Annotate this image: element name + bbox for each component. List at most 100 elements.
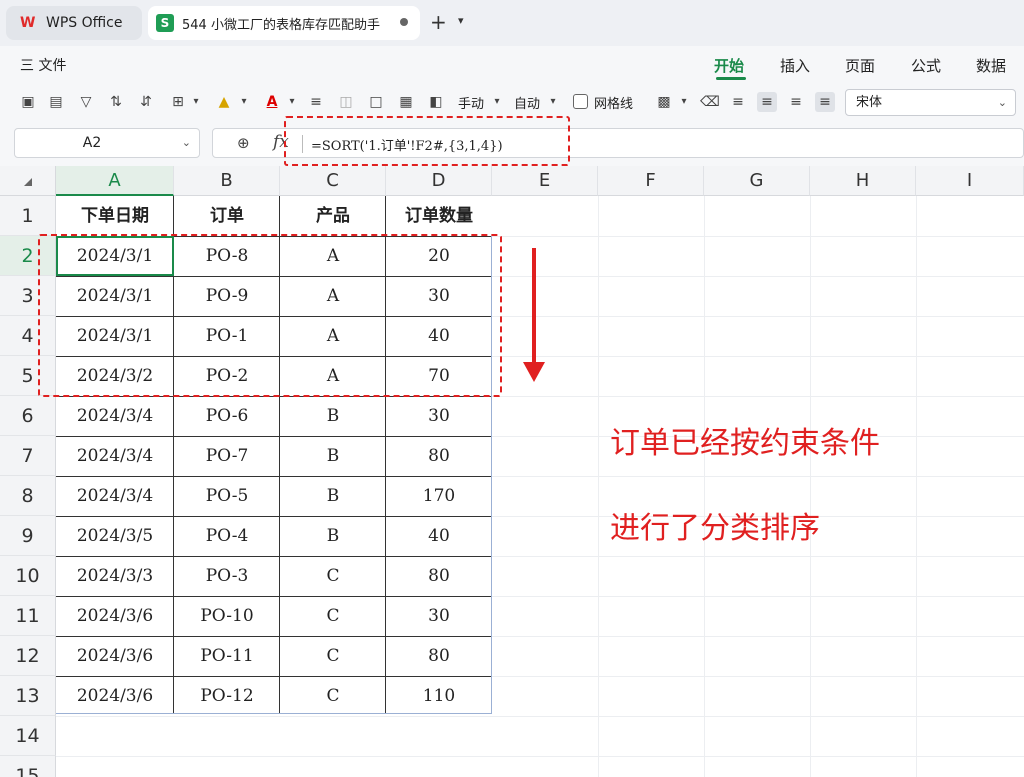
- column-header-i[interactable]: I: [916, 166, 1024, 196]
- fill-color-icon[interactable]: ▲: [214, 92, 234, 112]
- cell-format-icon[interactable]: □: [366, 92, 386, 112]
- tab-data[interactable]: 数据: [976, 55, 1006, 76]
- align-right-icon[interactable]: ≡: [786, 92, 806, 112]
- table-cell[interactable]: 2024/3/6: [56, 676, 174, 716]
- table-cell[interactable]: PO-5: [174, 476, 280, 516]
- table-cell[interactable]: 30: [386, 596, 492, 636]
- table-cell[interactable]: B: [280, 516, 386, 556]
- auto-dropdown-icon[interactable]: ▾: [543, 92, 563, 112]
- table-header-cell[interactable]: 订单: [174, 196, 280, 236]
- table-cell[interactable]: C: [280, 596, 386, 636]
- align-left-icon[interactable]: ≡: [728, 92, 748, 112]
- wps-office-tab[interactable]: W WPS Office: [6, 6, 142, 40]
- table-cell[interactable]: 2024/3/6: [56, 636, 174, 676]
- row-header-13[interactable]: 13: [0, 676, 56, 716]
- tab-page[interactable]: 页面: [845, 55, 875, 76]
- table-cell[interactable]: PO-4: [174, 516, 280, 556]
- column-header-b[interactable]: B: [174, 166, 280, 196]
- auto-calc-button[interactable]: 自动: [514, 93, 540, 112]
- select-all-corner[interactable]: [0, 166, 56, 196]
- row-header-6[interactable]: 6: [0, 396, 56, 436]
- table-cell[interactable]: 110: [386, 676, 492, 716]
- table-cell[interactable]: 2024/3/6: [56, 596, 174, 636]
- table-cell[interactable]: PO-11: [174, 636, 280, 676]
- name-box[interactable]: A2 ⌄: [14, 128, 200, 158]
- table-cell[interactable]: 80: [386, 556, 492, 596]
- font-color-dropdown-icon[interactable]: ▾: [282, 92, 302, 112]
- table-style-dropdown-icon[interactable]: ▾: [674, 92, 694, 112]
- row-header-15[interactable]: 15: [0, 756, 56, 777]
- table-cell[interactable]: 2024/3/4: [56, 396, 174, 436]
- chevron-down-icon[interactable]: ▾: [458, 14, 464, 27]
- document-tab[interactable]: S 544 小微工厂的表格库存匹配助手: [148, 6, 420, 40]
- table-cell[interactable]: 2024/3/3: [56, 556, 174, 596]
- table-style-icon[interactable]: ▩: [654, 92, 674, 112]
- row-header-7[interactable]: 7: [0, 436, 56, 476]
- table-cell[interactable]: 80: [386, 436, 492, 476]
- table-cell[interactable]: C: [280, 556, 386, 596]
- paste-values-icon[interactable]: ▣: [18, 92, 38, 112]
- column-header-f[interactable]: F: [598, 166, 704, 196]
- table-cell[interactable]: C: [280, 676, 386, 716]
- column-header-c[interactable]: C: [280, 166, 386, 196]
- table-cell[interactable]: 30: [386, 396, 492, 436]
- sort-custom-icon[interactable]: ⇵: [136, 92, 156, 112]
- align-justify-icon[interactable]: ≡: [815, 92, 835, 112]
- fill-color-dropdown-icon[interactable]: ▾: [234, 92, 254, 112]
- table-cell[interactable]: C: [280, 636, 386, 676]
- column-header-e[interactable]: E: [492, 166, 598, 196]
- table-cell[interactable]: PO-6: [174, 396, 280, 436]
- row-header-14[interactable]: 14: [0, 716, 56, 756]
- tab-home[interactable]: 开始: [714, 55, 744, 76]
- align-center-icon[interactable]: ≡: [757, 92, 777, 112]
- table-cell[interactable]: 170: [386, 476, 492, 516]
- text-wrap-icon[interactable]: ≡: [306, 92, 326, 112]
- tab-formula[interactable]: 公式: [911, 55, 941, 76]
- table-cell[interactable]: PO-12: [174, 676, 280, 716]
- manual-calc-button[interactable]: 手动: [458, 93, 484, 112]
- row-header-11[interactable]: 11: [0, 596, 56, 636]
- table-cell[interactable]: PO-7: [174, 436, 280, 476]
- table-cell[interactable]: B: [280, 476, 386, 516]
- clear-format-icon[interactable]: ⌫: [700, 92, 720, 112]
- table-cell[interactable]: 2024/3/5: [56, 516, 174, 556]
- new-tab-button[interactable]: +: [430, 10, 447, 34]
- table-cell[interactable]: PO-10: [174, 596, 280, 636]
- borders-icon[interactable]: ⊞: [168, 92, 188, 112]
- font-color-icon[interactable]: A: [262, 92, 282, 112]
- column-header-d[interactable]: D: [386, 166, 492, 196]
- font-name-select[interactable]: 宋体 ⌄: [845, 89, 1016, 116]
- table-header-cell[interactable]: 订单数量: [386, 196, 492, 236]
- row-header-1[interactable]: 1: [0, 196, 56, 236]
- column-icon[interactable]: ◫: [336, 92, 356, 112]
- freeze-icon[interactable]: ◧: [426, 92, 446, 112]
- table-cell[interactable]: PO-3: [174, 556, 280, 596]
- table-cell[interactable]: B: [280, 396, 386, 436]
- row-header-8[interactable]: 8: [0, 476, 56, 516]
- zoom-icon[interactable]: ⊕: [237, 134, 250, 152]
- row-header-12[interactable]: 12: [0, 636, 56, 676]
- conditional-format-icon[interactable]: ▦: [396, 92, 416, 112]
- table-cell[interactable]: 2024/3/4: [56, 436, 174, 476]
- unsaved-dot-icon[interactable]: [400, 18, 408, 26]
- paste-format-icon[interactable]: ▤: [46, 92, 66, 112]
- gridlines-checkbox[interactable]: [573, 94, 588, 109]
- gridlines-label: 网格线: [594, 97, 634, 112]
- table-cell[interactable]: 80: [386, 636, 492, 676]
- table-cell[interactable]: 40: [386, 516, 492, 556]
- column-header-a[interactable]: A: [56, 166, 174, 196]
- row-header-9[interactable]: 9: [0, 516, 56, 556]
- column-header-g[interactable]: G: [704, 166, 810, 196]
- tab-insert[interactable]: 插入: [780, 55, 810, 76]
- file-menu[interactable]: 三 文件: [20, 55, 66, 75]
- manual-dropdown-icon[interactable]: ▾: [487, 92, 507, 112]
- table-header-cell[interactable]: 下单日期: [56, 196, 174, 236]
- table-cell[interactable]: B: [280, 436, 386, 476]
- row-header-10[interactable]: 10: [0, 556, 56, 596]
- column-header-h[interactable]: H: [810, 166, 916, 196]
- table-cell[interactable]: 2024/3/4: [56, 476, 174, 516]
- filter-icon[interactable]: ▽: [76, 92, 96, 112]
- borders-dropdown-icon[interactable]: ▾: [186, 92, 206, 112]
- table-header-cell[interactable]: 产品: [280, 196, 386, 236]
- sort-ascending-icon[interactable]: ⇅: [106, 92, 126, 112]
